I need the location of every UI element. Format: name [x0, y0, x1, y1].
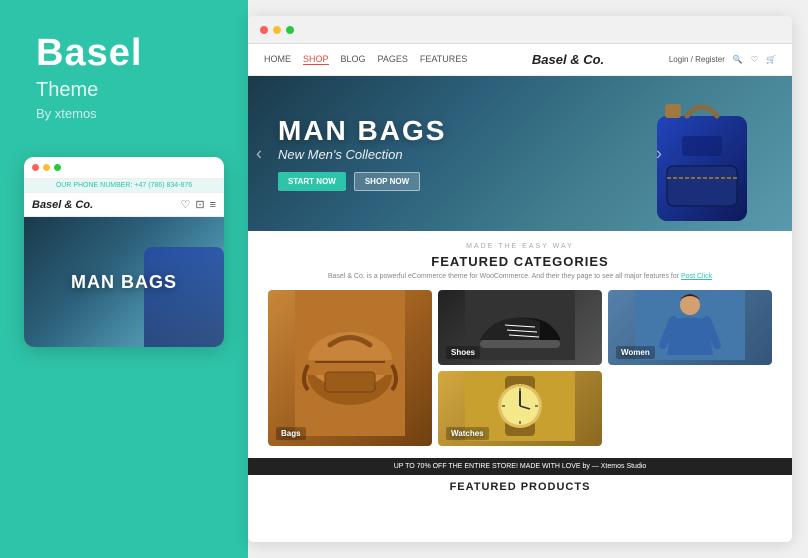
site-logo: Basel & Co. [532, 52, 604, 67]
hero-arrow-left[interactable]: ‹ [256, 143, 262, 164]
featured-products-label: FEATURED PRODUCTS [248, 475, 792, 495]
hero-subtitle: New Men's Collection [278, 147, 446, 162]
site-footer-bar: UP TO 70% OFF THE ENTIRE STORE! MADE WIT… [248, 458, 792, 475]
search-icon[interactable]: 🔍 [733, 55, 743, 64]
cart-icon-desktop[interactable]: 🛒 [766, 55, 776, 64]
site-nav-links: HOME SHOP BLOG PAGES FEATURES [264, 54, 467, 65]
browser-dot-green [286, 26, 294, 34]
hero-content: MAN BAGS New Men's Collection START NOW … [248, 116, 476, 191]
categories-desc: Basel & Co. is a powerful eCommerce them… [264, 273, 776, 280]
menu-icon: ≡ [210, 199, 216, 211]
login-link[interactable]: Login / Register [669, 55, 725, 64]
mobile-preview: OUR PHONE NUMBER: +47 (786) 834-876 Base… [24, 157, 224, 347]
site-nav: HOME SHOP BLOG PAGES FEATURES Basel & Co… [248, 44, 792, 76]
cat-women-label: Women [616, 346, 655, 359]
mobile-logo: Basel & Co. [32, 199, 93, 211]
mobile-hero: MAN BAGS [24, 217, 224, 347]
mobile-header: Basel & Co. ♡ ⊡ ≡ [24, 193, 224, 217]
categories-title: FEATURED CATEGORIES [264, 254, 776, 269]
nav-pages[interactable]: PAGES [378, 54, 408, 65]
categories-link[interactable]: Post Click [681, 273, 712, 280]
categories-label: MADE THE EASY WAY [264, 243, 776, 250]
hero-buttons: START NOW SHOP NOW [278, 172, 446, 191]
mobile-icons: ♡ ⊡ ≡ [180, 198, 216, 211]
category-shoes[interactable]: Shoes [438, 290, 602, 365]
wishlist-icon[interactable]: ♡ [751, 55, 758, 64]
hero-arrow-right[interactable]: › [656, 143, 662, 164]
dot-yellow [43, 164, 50, 171]
categories-section: MADE THE EASY WAY FEATURED CATEGORIES Ba… [248, 231, 792, 454]
cat-shoes-label: Shoes [446, 346, 480, 359]
category-women[interactable]: Women [608, 290, 772, 365]
browser-dot-red [260, 26, 268, 34]
browser-dot-yellow [273, 26, 281, 34]
mobile-topbar [24, 157, 224, 179]
hero-btn-primary[interactable]: START NOW [278, 172, 346, 191]
hero-section: MAN BAGS New Men's Collection START NOW … [248, 76, 792, 231]
nav-features[interactable]: FEATURES [420, 54, 467, 65]
mobile-hero-bag-shape [144, 247, 224, 347]
mobile-banner: OUR PHONE NUMBER: +47 (786) 834-876 [24, 179, 224, 193]
cat-bags-label: Bags [276, 427, 306, 440]
nav-shop[interactable]: SHOP [303, 54, 329, 65]
mobile-hero-text: MAN BAGS [71, 272, 177, 293]
nav-home[interactable]: HOME [264, 54, 291, 65]
sidebar: Basel Theme By xtemos OUR PHONE NUMBER: … [0, 0, 248, 558]
hero-btn-secondary[interactable]: SHOP NOW [354, 172, 420, 191]
author-label: By xtemos [20, 106, 97, 121]
theme-name: Basel [20, 32, 142, 75]
category-grid: Bags Shoes [264, 290, 776, 446]
nav-blog[interactable]: BLOG [341, 54, 366, 65]
dot-green [54, 164, 61, 171]
dot-red [32, 164, 39, 171]
heart-icon: ♡ [180, 198, 190, 211]
category-bags[interactable]: Bags [268, 290, 432, 446]
main-area: HOME SHOP BLOG PAGES FEATURES Basel & Co… [248, 16, 792, 542]
cat-watches-label: Watches [446, 427, 489, 440]
theme-label: Theme [20, 79, 98, 102]
site-nav-right: Login / Register 🔍 ♡ 🛒 [669, 55, 776, 64]
browser-topbar [248, 16, 792, 44]
category-watches[interactable]: Watches [438, 371, 602, 446]
cart-icon: ⊡ [195, 198, 204, 211]
hero-title: MAN BAGS [278, 116, 446, 147]
